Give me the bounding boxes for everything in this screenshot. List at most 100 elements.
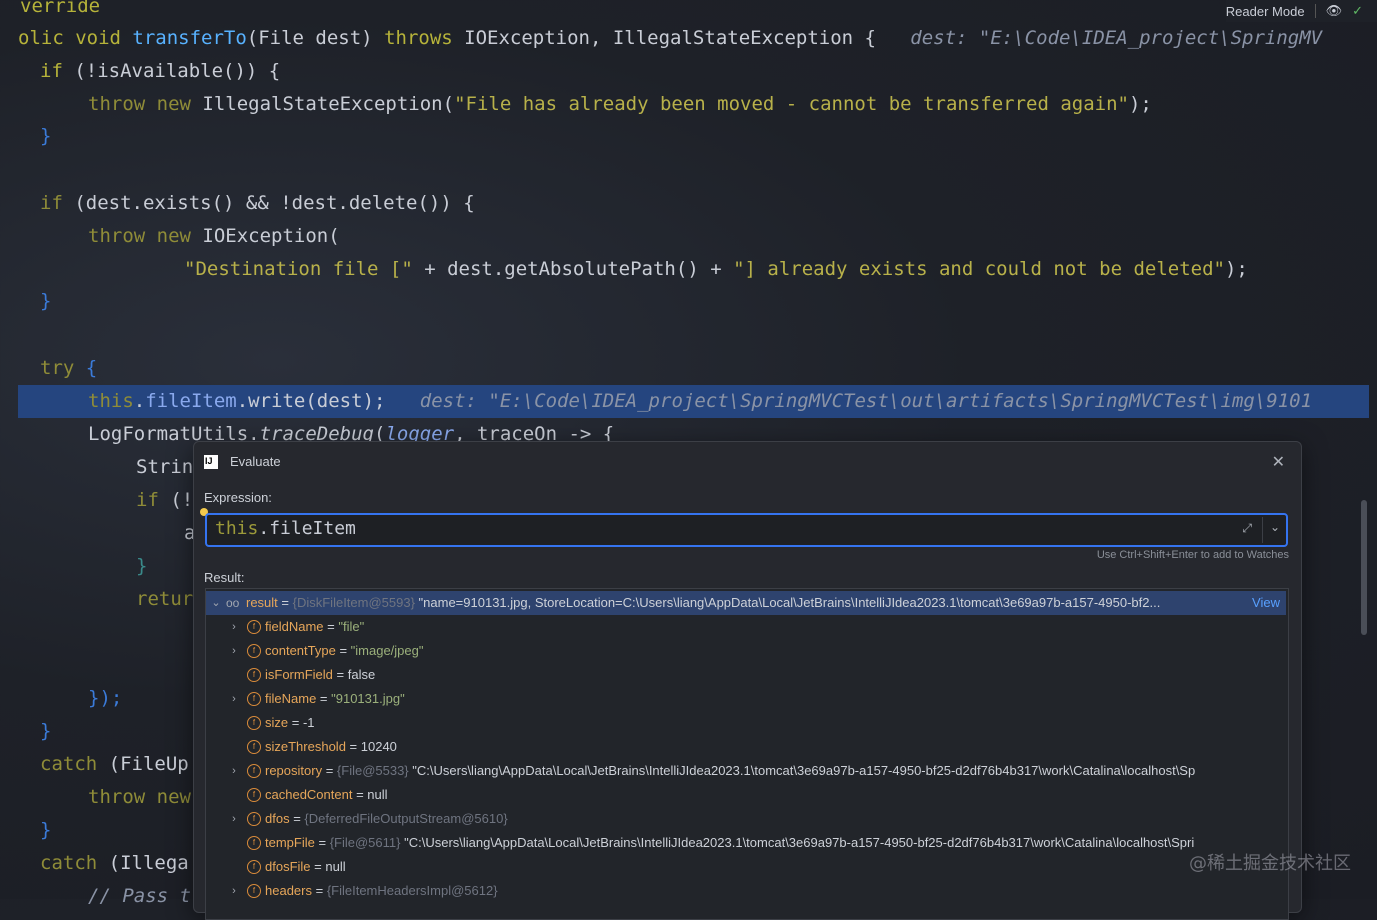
equals: = [314,835,330,850]
result-value: "name=910131.jpg, StoreLocation=C:\Users… [418,595,1161,610]
tree-row-field[interactable]: f size = -1 [206,711,1286,735]
view-link[interactable]: View [1248,591,1280,615]
field-icon: f [247,692,261,706]
tree-row-field[interactable]: f dfosFile = null [206,855,1286,879]
field-name: fieldName [265,619,324,634]
chevron-right-icon[interactable]: › [228,615,240,639]
tree-row-field[interactable]: › f contentType = "image/jpeg" [206,639,1286,663]
code-line: "Destination file [" + dest.getAbsoluteP… [184,258,1248,280]
code-line: retur [136,588,194,610]
field-icon: f [247,740,261,754]
toolbar-separator [1314,4,1316,18]
editor-scrollbar[interactable] [1361,500,1367,635]
close-icon[interactable]: ✕ [1272,452,1285,472]
field-icon: f [247,812,261,826]
code-line: } [136,555,148,577]
field-name: tempFile [265,835,315,850]
field-value: false [347,667,376,682]
field-value: "C:\Users\liang\AppData\Local\JetBrains\… [404,835,1195,850]
field-value: "910131.jpg" [331,691,405,706]
field-icon: f [247,884,261,898]
expand-icon[interactable]: ⤢ [1242,521,1252,536]
field-value: -1 [302,715,315,730]
tree-row-field[interactable]: › f headers = {FileItemHeadersImpl@5612} [206,879,1286,903]
result-name: result [246,595,278,610]
chevron-right-icon[interactable]: › [228,639,240,663]
chevron-down-icon[interactable]: ⌄ [210,591,222,615]
tree-row-result[interactable]: ⌄ oo result = {DiskFileItem@5593} "name=… [206,591,1286,615]
code-line: throw new IOException( [88,225,340,247]
field-type: {FileItemHeadersImpl@5612} [326,883,498,898]
field-name: dfos [265,811,290,826]
watches-hint: Use Ctrl+Shift+Enter to add to Watches [1096,549,1289,561]
result-tree[interactable]: ⌄ oo result = {DiskFileItem@5593} "name=… [205,588,1289,920]
code-line: if (! [136,489,194,511]
equals: = [310,859,326,874]
field-type: {DeferredFileOutputStream@5610} [304,811,508,826]
field-name: contentType [265,643,336,658]
equals: = [311,883,327,898]
code-line: try { [40,357,98,379]
equals: = [316,691,332,706]
tree-row-field[interactable]: f tempFile = {File@5611} "C:\Users\liang… [206,831,1286,855]
equals: = [335,643,351,658]
field-value: null [325,859,346,874]
code-line: throw new IllegalStateException("File ha… [88,93,1152,115]
tree-row-field[interactable]: › f repository = {File@5533} "C:\Users\l… [206,759,1286,783]
field-icon: f [247,860,261,874]
field-icon: f [247,668,261,682]
field-value: 10240 [360,739,397,754]
chevron-right-icon[interactable]: › [228,879,240,903]
field-value: null [367,787,388,802]
tree-row-field[interactable]: f isFormField = false [206,663,1286,687]
code-line: verride [20,0,101,17]
chevron-right-icon[interactable]: › [228,759,240,783]
code-line: if (dest.exists() && !dest.delete()) { [40,192,475,214]
tree-row-field[interactable]: › f fieldName = "file" [206,615,1286,639]
code-line: }); [88,687,123,709]
code-line: catch (FileUp [40,753,189,775]
code-line: } [40,720,52,742]
code-line: catch (Illega [40,852,189,874]
code-line: } [40,819,52,841]
field-name: repository [265,763,323,778]
equals: = [345,739,361,754]
code-line: throw new [88,786,191,808]
chevron-right-icon[interactable]: › [228,807,240,831]
field-value: "C:\Users\liang\AppData\Local\JetBrains\… [412,763,1196,778]
tree-row-field[interactable]: › f fileName = "910131.jpg" [206,687,1286,711]
expression-input[interactable]: this.fileItem ⤢ ⌄ [205,513,1288,547]
reader-mode-toggle[interactable]: Reader Mode [1226,4,1305,19]
field-name: fileName [265,691,317,706]
chevron-right-icon[interactable]: › [228,687,240,711]
expression-text[interactable]: this.fileItem [215,518,356,539]
dialog-title: Evaluate [230,454,281,469]
eye-slash-icon[interactable]: 👁 [1326,3,1343,19]
field-name: cachedContent [265,787,353,802]
field-icon: f [247,788,261,802]
dialog-header: IJ Evaluate [204,454,281,469]
field-type: {File@5611} [329,835,405,850]
tree-row-field[interactable]: f cachedContent = null [206,783,1286,807]
field-icon: f [247,620,261,634]
chevron-down-icon[interactable]: ⌄ [1270,520,1280,534]
editor-top-right-toolbar: Reader Mode 👁 ✓ [1225,0,1377,22]
field-name: dfosFile [265,859,311,874]
field-name: isFormField [265,667,333,682]
intellij-icon: IJ [204,454,218,469]
separator [1262,517,1263,543]
field-name: headers [265,883,312,898]
watermark: @稀土掘金技术社区 [1189,853,1351,874]
tree-row-field[interactable]: › f dfos = {DeferredFileOutputStream@561… [206,807,1286,831]
evaluate-dialog: IJ Evaluate ✕ Expression: this.fileItem … [193,441,1302,920]
field-icon: f [247,644,261,658]
tree-row-field[interactable]: f sizeThreshold = 10240 [206,735,1286,759]
equals: = [277,595,293,610]
field-value: "image/jpeg" [350,643,424,658]
field-icon: f [247,836,261,850]
code-line-comment: // Pass t [88,885,191,907]
field-name: sizeThreshold [265,739,346,754]
field-type: {File@5533} [336,763,413,778]
inline-debug-value: dest: "E:\Code\IDEA_project\SpringMVCTes… [419,390,1313,412]
watch-glasses-icon: oo [226,596,240,610]
